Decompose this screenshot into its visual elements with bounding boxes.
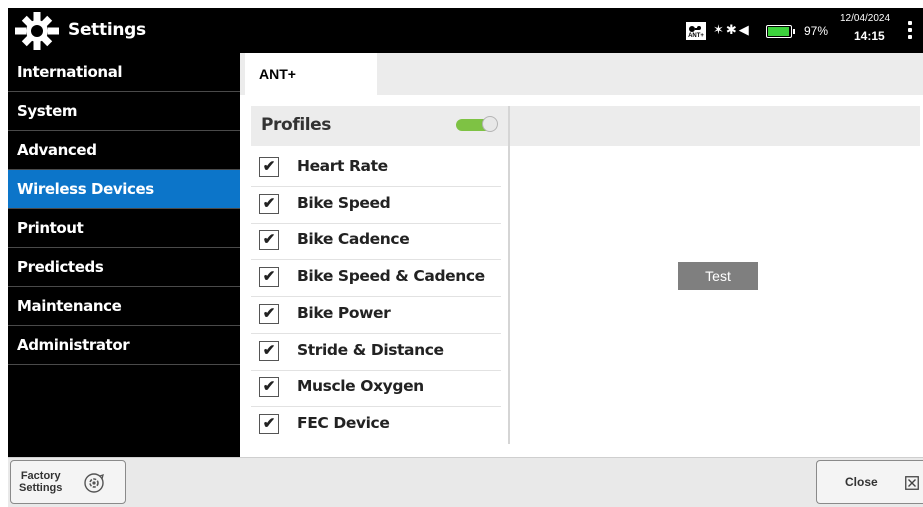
- more-menu-icon[interactable]: [908, 21, 912, 42]
- device-panel: Test: [510, 106, 920, 444]
- sidebar-item-predicteds[interactable]: Predicteds: [8, 248, 240, 287]
- profile-row-bike-cadence[interactable]: ✔ Bike Cadence: [251, 223, 501, 260]
- status-indicators: ✶✱◀: [713, 22, 751, 37]
- profile-checkbox[interactable]: ✔: [259, 414, 279, 434]
- profiles-title: Profiles: [261, 115, 332, 135]
- test-button[interactable]: Test: [678, 262, 758, 290]
- device-panel-header: [510, 106, 920, 146]
- sidebar-item-maintenance[interactable]: Maintenance: [8, 287, 240, 326]
- sidebar-item-administrator[interactable]: Administrator: [8, 326, 240, 365]
- sidebar-item-international[interactable]: International: [8, 53, 240, 92]
- profile-row-bike-speed[interactable]: ✔ Bike Speed: [251, 187, 501, 224]
- factory-label-line1: Factory: [20, 470, 61, 482]
- profile-label: Heart Rate: [297, 157, 388, 175]
- profile-checkbox[interactable]: ✔: [259, 157, 279, 177]
- profiles-header: Profiles: [251, 106, 508, 146]
- factory-settings-button[interactable]: Factory Settings: [10, 460, 126, 504]
- profile-checkbox[interactable]: ✔: [259, 230, 279, 250]
- profile-row-heart-rate[interactable]: ✔ Heart Rate: [251, 150, 501, 187]
- app-title: Settings: [68, 20, 146, 40]
- profile-checkbox[interactable]: ✔: [259, 341, 279, 361]
- ant-status-icon: ANT+: [686, 22, 706, 40]
- profile-row-fec-device[interactable]: ✔ FEC Device: [251, 407, 501, 443]
- sidebar-item-advanced[interactable]: Advanced: [8, 131, 240, 170]
- profile-checkbox[interactable]: ✔: [259, 267, 279, 287]
- battery-percent: 97%: [804, 24, 829, 38]
- profiles-panel: Profiles ✔ Heart Rate ✔ Bike Speed ✔ Bik…: [251, 106, 510, 444]
- profile-label: Bike Power: [297, 304, 391, 322]
- sidebar-item-printout[interactable]: Printout: [8, 209, 240, 248]
- factory-settings-label: Factory Settings: [19, 470, 62, 494]
- profile-label: Muscle Oxygen: [297, 377, 424, 395]
- ant-badge-label: ANT+: [688, 33, 704, 39]
- profile-checkbox[interactable]: ✔: [259, 194, 279, 214]
- profiles-toggle[interactable]: [456, 116, 498, 132]
- main-panel: ANT+ Profiles ✔ Heart Rate ✔ Bike Speed …: [240, 53, 923, 457]
- profile-label: FEC Device: [297, 414, 390, 432]
- profile-label: Stride & Distance: [297, 341, 444, 359]
- tab-strip: ANT+: [240, 53, 923, 95]
- profile-label: Bike Speed & Cadence: [297, 267, 485, 285]
- bottom-bar: Factory Settings Close: [8, 457, 923, 507]
- battery-icon: [766, 25, 795, 38]
- sidebar-item-system[interactable]: System: [8, 92, 240, 131]
- reset-gear-icon: [84, 473, 104, 493]
- tab-content: Profiles ✔ Heart Rate ✔ Bike Speed ✔ Bik…: [251, 106, 920, 446]
- gear-icon: [15, 12, 59, 50]
- profile-row-muscle-oxygen[interactable]: ✔ Muscle Oxygen: [251, 370, 501, 407]
- profile-label: Bike Speed: [297, 194, 391, 212]
- sidebar-item-wireless-devices[interactable]: Wireless Devices: [8, 170, 240, 209]
- close-button[interactable]: Close: [816, 460, 923, 504]
- tab-ant-plus[interactable]: ANT+: [245, 53, 377, 95]
- app-window: Settings ANT+ ✶✱◀ 97% 12/04/2024 14:15 I…: [0, 0, 923, 507]
- sidebar: International System Advanced Wireless D…: [8, 53, 240, 457]
- title-bar: Settings ANT+ ✶✱◀ 97% 12/04/2024 14:15: [8, 8, 923, 53]
- profile-label: Bike Cadence: [297, 230, 410, 248]
- profile-checkbox[interactable]: ✔: [259, 377, 279, 397]
- profile-row-stride-distance[interactable]: ✔ Stride & Distance: [251, 334, 501, 371]
- profile-row-bike-speed-cadence[interactable]: ✔ Bike Speed & Cadence: [251, 260, 501, 297]
- close-label: Close: [845, 475, 878, 489]
- profile-checkbox[interactable]: ✔: [259, 304, 279, 324]
- status-date: 12/04/2024: [840, 13, 891, 24]
- profile-row-bike-power[interactable]: ✔ Bike Power: [251, 297, 501, 334]
- factory-label-line2: Settings: [19, 482, 63, 494]
- close-icon: [905, 476, 919, 490]
- status-time: 14:15: [854, 29, 885, 43]
- toggle-knob: [482, 116, 498, 132]
